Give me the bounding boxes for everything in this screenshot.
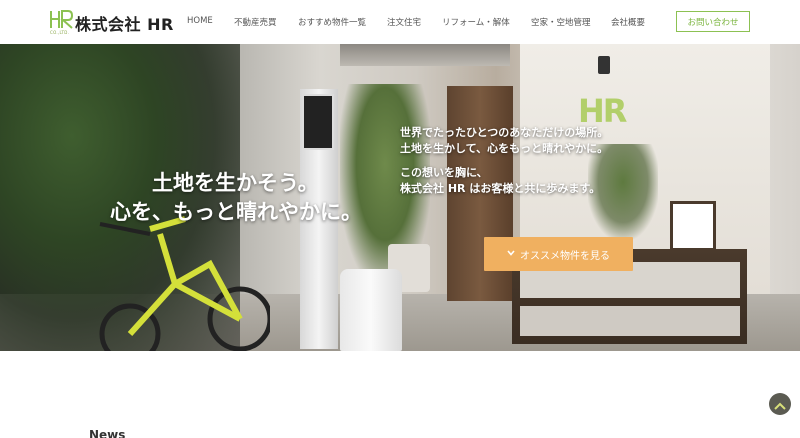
hero-banner: HR 土地を生かそう。 心を、もっと晴れやかに。 世界でたったひとつのあなただけ…	[0, 44, 800, 351]
hero-bg-shelf-lower	[520, 306, 740, 336]
recommended-properties-button[interactable]: オススメ物件を見る	[484, 237, 633, 271]
chevron-up-icon	[774, 395, 786, 414]
hero-title-line2: 心を、もっと晴れやかに。	[110, 200, 362, 224]
company-name: 株式会社 HR	[75, 15, 174, 34]
chevron-down-icon	[507, 249, 515, 259]
hr-logo-icon: CO.,LTD.	[48, 8, 74, 35]
hero-bg-frame	[670, 201, 716, 251]
news-section-title: News	[89, 428, 126, 438]
hero-desc-line4: 株式会社 HR はお客様と共に歩みます。	[400, 182, 601, 195]
hero-bg-pipe	[340, 44, 510, 66]
hero-title-line1: 土地を生かそう。	[152, 171, 319, 195]
cta-label: オススメ物件を見る	[520, 250, 610, 262]
back-to-top-button[interactable]	[769, 393, 791, 415]
contact-button[interactable]: お問い合わせ	[676, 11, 750, 32]
hero-bg-lamp	[598, 56, 610, 74]
nav-home[interactable]: HOME	[187, 16, 213, 26]
site-logo[interactable]: CO.,LTD. 株式会社 HR	[48, 8, 174, 36]
hero-title: 土地を生かそう。 心を、もっと晴れやかに。	[110, 169, 390, 227]
nav-recommended-properties[interactable]: おすすめ物件一覧	[298, 16, 366, 28]
site-header: CO.,LTD. 株式会社 HR HOME 不動産売買 おすすめ物件一覧 注文住…	[0, 0, 800, 44]
hero-desc-line3: この想いを胸に、	[400, 166, 488, 179]
nav-real-estate-trading[interactable]: 不動産売買	[234, 16, 277, 28]
nav-reform-demolition[interactable]: リフォーム・解体	[442, 16, 510, 28]
nav-vacant-management[interactable]: 空家・空地管理	[531, 16, 591, 28]
nav-company-profile[interactable]: 会社概要	[611, 16, 645, 28]
hero-description: 世界でたったひとつのあなただけの場所。 土地を生かして、心をもっと晴れやかに。 …	[400, 125, 660, 205]
hero-bg-air-purifier	[340, 269, 402, 351]
nav-custom-homes[interactable]: 注文住宅	[387, 16, 421, 28]
hero-desc-line2: 土地を生かして、心をもっと晴れやかに。	[400, 142, 609, 155]
hero-bg-tablet	[302, 94, 334, 150]
logo-subtext: CO.,LTD.	[50, 30, 70, 35]
hero-desc-line1: 世界でたったひとつのあなただけの場所。	[400, 126, 609, 139]
